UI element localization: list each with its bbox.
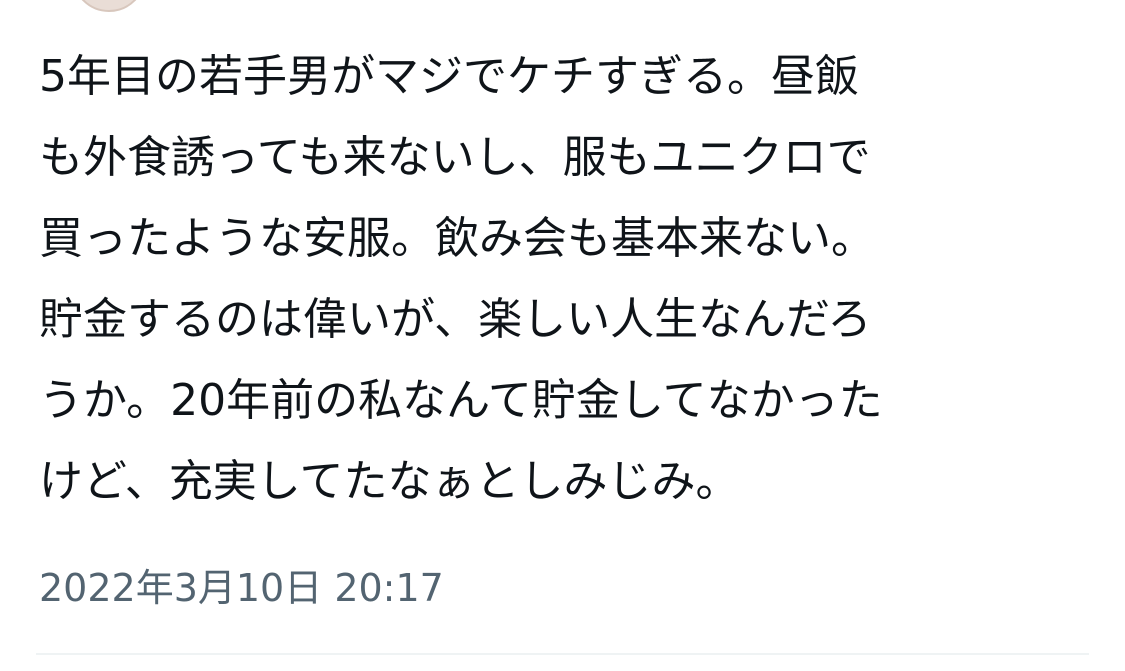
tweet-timestamp[interactable]: 2022年3月10日 20:17 [39, 563, 444, 613]
tweet-text: 5年目の若手男がマジでケチすぎる。昼飯 も外食誘っても来ないし、服もユニクロで … [39, 51, 883, 507]
divider [36, 653, 1089, 655]
avatar[interactable] [72, 0, 146, 12]
